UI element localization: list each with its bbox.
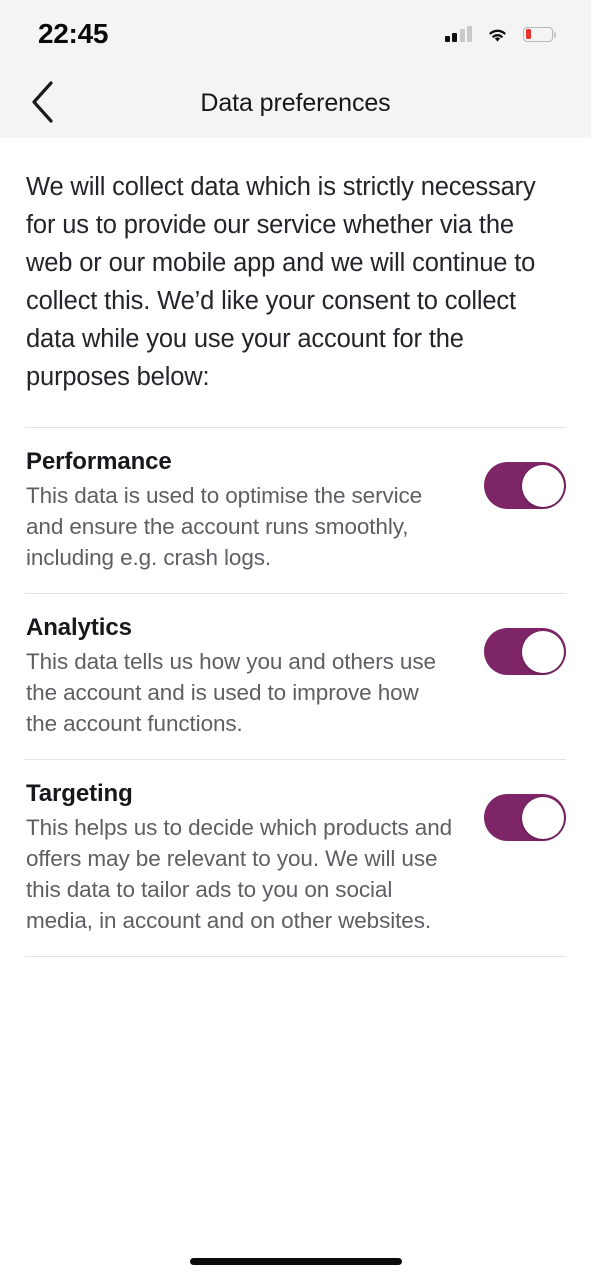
page-title: Data preferences [200,88,391,117]
preference-text: Performance This data is used to optimis… [26,446,460,573]
main-content: We will collect data which is strictly n… [0,138,591,1280]
preference-row-targeting: Targeting This helps us to decide which … [0,760,591,956]
toggle-knob [521,630,564,673]
preference-text: Targeting This helps us to decide which … [26,778,460,936]
toggle-container [470,612,566,675]
toggle-container [470,778,566,841]
preference-title: Performance [26,448,172,475]
toggle-knob [521,464,564,507]
preference-description: This helps us to decide which products a… [26,815,453,933]
chevron-left-icon [30,80,56,126]
toggle-analytics[interactable] [484,628,566,675]
wifi-icon [486,26,509,43]
status-bar-clock: 22:45 [38,18,109,49]
phone-screen: 22:45 Data preferences We will collect d… [0,0,591,1280]
battery-low-icon [523,26,556,42]
preference-text: Analytics This data tells us how you and… [26,612,460,739]
navigation-bar: Data preferences [0,68,591,138]
home-indicator[interactable] [189,1258,402,1265]
toggle-knob [521,796,564,839]
toggle-container [470,446,566,509]
preference-title: Analytics [26,614,132,641]
status-bar: 22:45 [0,0,591,68]
cellular-signal-icon [444,26,472,42]
preference-row-analytics: Analytics This data tells us how you and… [0,594,591,759]
preference-title: Targeting [26,780,133,807]
toggle-performance[interactable] [484,462,566,509]
divider [25,956,566,957]
preference-row-performance: Performance This data is used to optimis… [0,428,591,593]
preference-description: This data is used to optimise the servic… [26,483,423,570]
status-bar-icons [444,26,556,43]
intro-paragraph: We will collect data which is strictly n… [26,173,536,391]
preference-description: This data tells us how you and others us… [26,649,436,736]
toggle-targeting[interactable] [484,794,566,841]
back-button[interactable] [14,68,72,138]
